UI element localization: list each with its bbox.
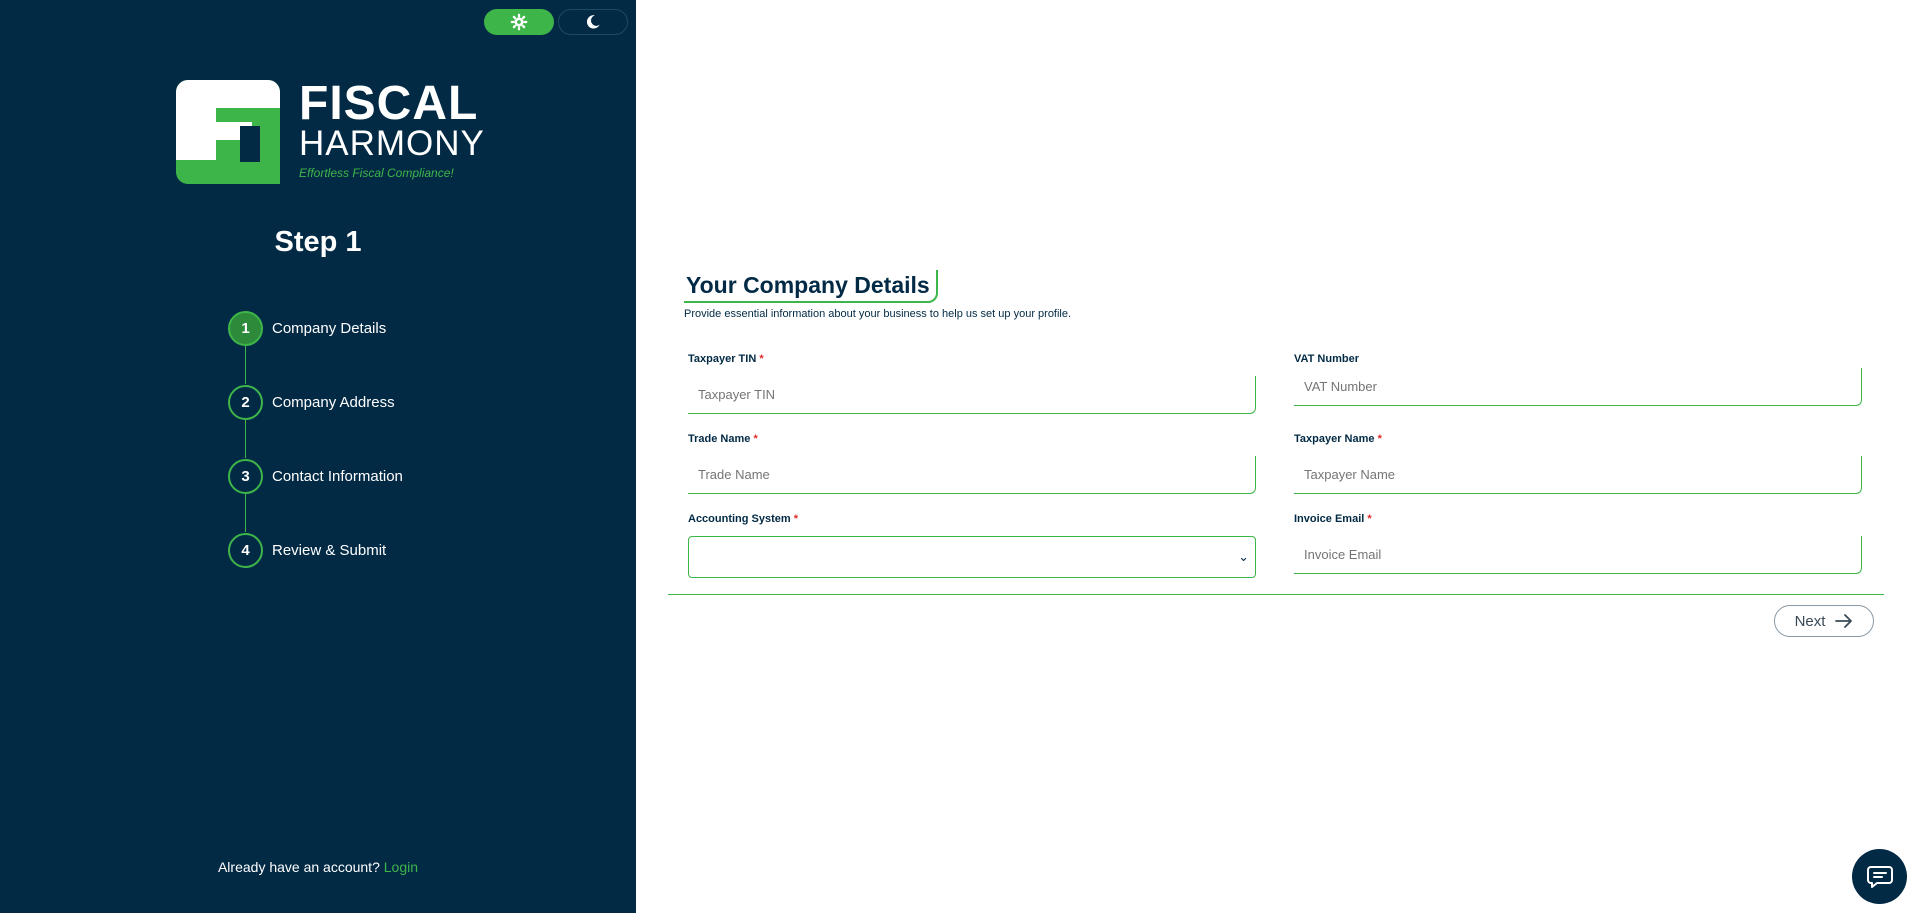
login-link[interactable]: Login bbox=[384, 859, 418, 875]
step-label: Review & Submit bbox=[272, 541, 387, 559]
vat-number-field: VAT Number bbox=[1294, 353, 1862, 406]
vat-number-input[interactable] bbox=[1294, 368, 1862, 406]
sidebar: FISCAL HARMONY Effortless Fiscal Complia… bbox=[0, 0, 636, 913]
accounting-system-field: Accounting System * ⌄ bbox=[688, 513, 1256, 578]
logo: FISCAL HARMONY Effortless Fiscal Complia… bbox=[176, 80, 484, 186]
form-divider bbox=[668, 594, 1884, 595]
field-label: VAT Number bbox=[1294, 353, 1359, 365]
chevron-down-icon: ⌄ bbox=[1238, 549, 1249, 564]
step-label: Contact Information bbox=[272, 467, 403, 485]
logo-subtitle: HARMONY bbox=[299, 124, 485, 163]
theme-toggle bbox=[484, 9, 628, 35]
page-subtitle: Provide essential information about your… bbox=[684, 308, 1072, 320]
account-prompt: Already have an account? Login bbox=[0, 859, 636, 875]
step-connector bbox=[245, 420, 246, 458]
chat-button[interactable] bbox=[1852, 849, 1907, 904]
step-connector bbox=[245, 494, 246, 532]
chat-icon bbox=[1866, 865, 1893, 888]
step-label: Company Details bbox=[272, 319, 387, 337]
field-label: Invoice Email * bbox=[1294, 513, 1372, 525]
next-label: Next bbox=[1794, 612, 1826, 630]
page-title-wrapper: Your Company Details bbox=[684, 270, 938, 303]
account-text: Already have an account? bbox=[217, 859, 380, 875]
logo-tagline: Effortless Fiscal Compliance! bbox=[299, 166, 454, 180]
logo-title: FISCAL bbox=[299, 77, 479, 130]
step-number: 3 bbox=[228, 458, 263, 494]
main-content: Your Company Details Provide essential i… bbox=[636, 0, 1915, 913]
page: FISCAL HARMONY Effortless Fiscal Complia… bbox=[0, 0, 1915, 913]
sun-gear-icon bbox=[510, 13, 528, 31]
taxpayer-name-input[interactable] bbox=[1294, 456, 1862, 494]
taxpayer-tin-field: Taxpayer TIN * bbox=[688, 353, 1256, 414]
arrow-right-icon bbox=[1835, 614, 1853, 628]
step-label: Company Address bbox=[272, 393, 395, 411]
trade-name-input[interactable] bbox=[688, 456, 1256, 494]
taxpayer-name-field: Taxpayer Name * bbox=[1294, 433, 1862, 494]
moon-icon bbox=[586, 15, 600, 29]
step-company-address[interactable]: 2 Company Address bbox=[228, 384, 403, 458]
field-label: Taxpayer TIN * bbox=[688, 353, 764, 365]
taxpayer-tin-input[interactable] bbox=[688, 376, 1256, 414]
field-label: Trade Name * bbox=[688, 433, 758, 445]
step-review-submit[interactable]: 4 Review & Submit bbox=[228, 532, 403, 568]
field-label: Accounting System * bbox=[688, 513, 799, 525]
next-button[interactable]: Next bbox=[1774, 605, 1874, 637]
dark-theme-button[interactable] bbox=[558, 9, 628, 35]
step-number: 2 bbox=[228, 384, 263, 420]
step-company-details[interactable]: 1 Company Details bbox=[228, 310, 403, 384]
step-contact-information[interactable]: 3 Contact Information bbox=[228, 458, 403, 532]
step-connector bbox=[245, 346, 246, 384]
invoice-email-input[interactable] bbox=[1294, 536, 1862, 574]
trade-name-field: Trade Name * bbox=[688, 433, 1256, 494]
page-title: Your Company Details bbox=[686, 272, 930, 298]
step-number: 4 bbox=[228, 532, 263, 568]
stepper: 1 Company Details 2 Company Address 3 Co… bbox=[228, 310, 403, 606]
logo-mark-icon bbox=[176, 80, 280, 184]
light-theme-button[interactable] bbox=[484, 9, 554, 35]
invoice-email-field: Invoice Email * bbox=[1294, 513, 1862, 574]
step-number: 1 bbox=[228, 310, 263, 346]
accounting-system-select[interactable]: ⌄ bbox=[688, 536, 1256, 578]
field-label: Taxpayer Name * bbox=[1294, 433, 1382, 445]
logo-text: FISCAL HARMONY Effortless Fiscal Complia… bbox=[299, 77, 485, 181]
step-title: Step 1 bbox=[274, 226, 362, 258]
